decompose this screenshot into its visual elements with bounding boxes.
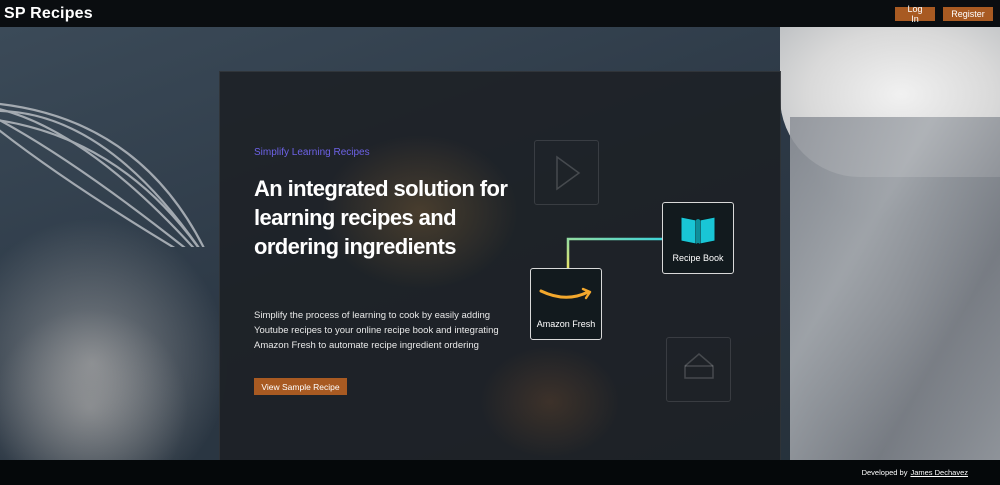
brand-title[interactable]: SP Recipes (4, 5, 93, 23)
footer: Developed by James Dechavez (0, 460, 1000, 485)
amazon-smile-icon (539, 287, 592, 300)
flour-decoration (0, 217, 230, 460)
register-button[interactable]: Register (943, 6, 993, 21)
home-ghost-box (666, 337, 731, 402)
footer-prefix: Developed by (861, 468, 908, 477)
login-button[interactable]: Log In (895, 4, 935, 24)
top-navbar: SP Recipes Log In Register (0, 0, 1000, 27)
footer-author-link[interactable]: James Dechavez (910, 468, 968, 477)
open-book-icon (680, 216, 716, 245)
whisk-decoration (0, 103, 205, 247)
amazon-fresh-node: Amazon Fresh (530, 268, 602, 340)
recipe-book-node: Recipe Book (662, 202, 734, 274)
hero-panel: Simplify Learning Recipes An integrated … (219, 71, 781, 460)
nav-actions: Log In Register (895, 4, 993, 24)
recipe-book-label: Recipe Book (672, 253, 724, 263)
hero-background: Simplify Learning Recipes An integrated … (0, 27, 1000, 460)
cloth-decoration (790, 117, 1000, 460)
house-icon (684, 353, 714, 379)
amazon-fresh-label: Amazon Fresh (536, 319, 596, 329)
